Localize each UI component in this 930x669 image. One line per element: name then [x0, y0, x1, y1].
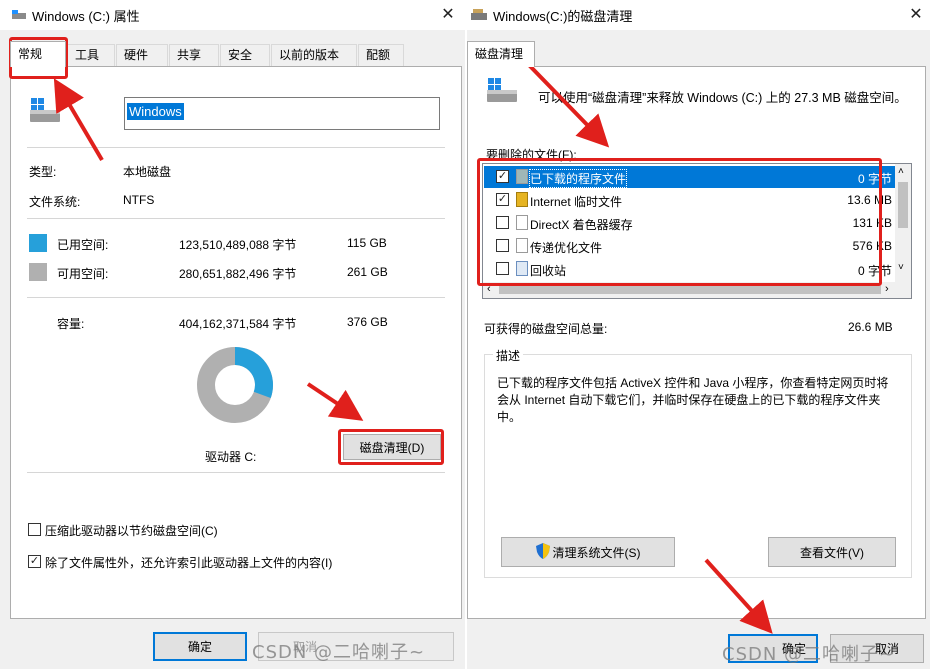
watermark-right: CSDN @二哈喇子~	[722, 644, 896, 665]
watermark-left: CSDN @二哈喇子~	[252, 642, 426, 663]
arrow-to-files-list	[526, 62, 610, 148]
tab-general[interactable]: 常规	[10, 41, 66, 67]
arrow-to-cleanup-button	[306, 382, 364, 421]
annotation-arrows	[53, 62, 773, 634]
tab-disk-cleanup[interactable]: 磁盘清理	[467, 41, 535, 67]
arrow-to-ok-button	[704, 558, 773, 634]
arrow-to-general-tab	[53, 78, 104, 162]
